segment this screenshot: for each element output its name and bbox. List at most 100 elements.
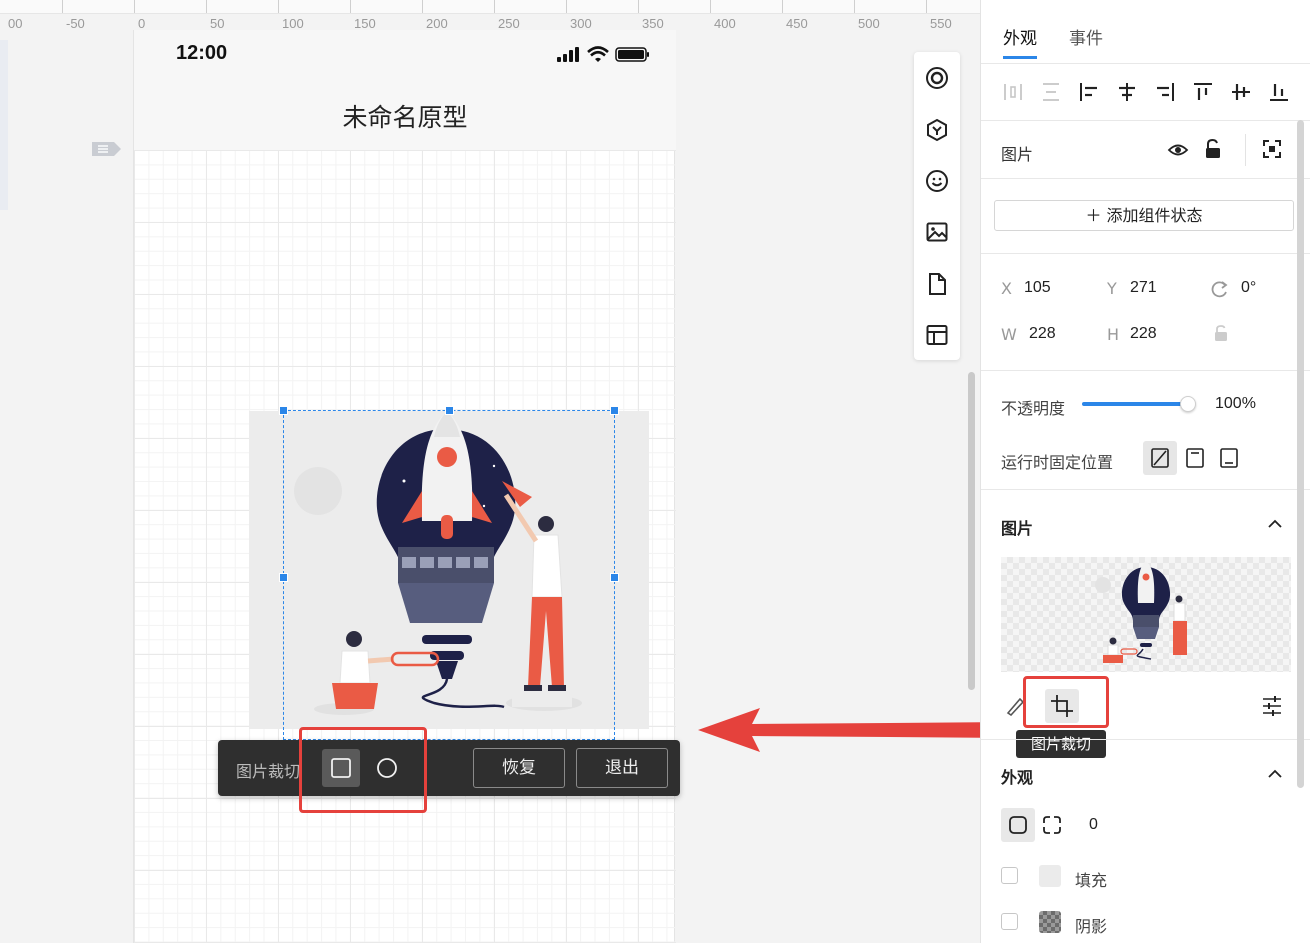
crop-toolbar: 图片裁切 恢复 退出 bbox=[218, 740, 680, 796]
fill-checkbox[interactable] bbox=[1001, 867, 1018, 884]
crop-icon bbox=[1051, 695, 1073, 717]
tool-strip bbox=[914, 52, 960, 360]
design-canvas[interactable]: 00 -50 0 50 100 150 200 250 300 350 400 … bbox=[0, 0, 980, 943]
fill-label: 填充 bbox=[1075, 871, 1108, 890]
shadow-swatch[interactable] bbox=[1039, 911, 1061, 933]
crop-square-button[interactable] bbox=[322, 749, 360, 787]
exit-button[interactable]: 退出 bbox=[576, 748, 668, 788]
chevron-up-icon[interactable] bbox=[1267, 766, 1283, 782]
resize-handle[interactable] bbox=[445, 406, 454, 415]
restore-button[interactable]: 恢复 bbox=[473, 748, 565, 788]
brush-icon[interactable] bbox=[1005, 694, 1027, 716]
fixed-top-icon bbox=[1186, 448, 1204, 468]
crop-circle-button[interactable] bbox=[370, 749, 408, 787]
battery-icon bbox=[615, 47, 649, 62]
x-label: X bbox=[1001, 279, 1012, 298]
rotation-field[interactable]: 0° bbox=[1241, 279, 1256, 297]
image-section-title: 图片 bbox=[1001, 519, 1034, 538]
emoji-icon[interactable] bbox=[925, 169, 949, 193]
y-label: Y bbox=[1107, 279, 1117, 298]
tab-events[interactable]: 事件 bbox=[1069, 24, 1103, 49]
x-field[interactable]: 105 bbox=[1024, 279, 1051, 297]
target-icon[interactable] bbox=[925, 66, 949, 90]
align-center-horizontal-icon[interactable] bbox=[1115, 80, 1139, 104]
fill-swatch[interactable] bbox=[1039, 865, 1061, 887]
ruler-label: 00 bbox=[8, 16, 23, 31]
ruler-label: 450 bbox=[786, 16, 808, 31]
layout-icon[interactable] bbox=[925, 323, 949, 347]
component-name: 图片 bbox=[1001, 145, 1034, 164]
resize-handle[interactable] bbox=[610, 573, 619, 582]
left-strip bbox=[0, 40, 8, 210]
ruler-label: -50 bbox=[66, 16, 85, 31]
radius-corners-icon[interactable] bbox=[1041, 814, 1063, 836]
resize-handle[interactable] bbox=[279, 406, 288, 415]
shadow-checkbox[interactable] bbox=[1001, 913, 1018, 930]
resize-handle[interactable] bbox=[279, 573, 288, 582]
wifi-icon bbox=[587, 46, 609, 62]
fit-size-icon[interactable] bbox=[1261, 138, 1283, 160]
add-state-button[interactable]: ＋ 添加组件状态 bbox=[994, 200, 1294, 231]
opacity-slider-track[interactable] bbox=[1082, 402, 1188, 406]
align-left-icon[interactable] bbox=[1077, 80, 1101, 104]
red-pointer-arrow bbox=[698, 708, 1012, 752]
ruler-label: 500 bbox=[858, 16, 880, 31]
distribute-vertical-icon[interactable] bbox=[1039, 80, 1063, 104]
note-tag-icon[interactable] bbox=[90, 140, 122, 158]
crop-tool-button[interactable] bbox=[1045, 689, 1079, 723]
radius-value[interactable]: 0 bbox=[1089, 816, 1098, 834]
crop-square-icon bbox=[331, 758, 351, 778]
distribute-horizontal-icon[interactable] bbox=[1001, 80, 1025, 104]
signal-icon bbox=[557, 47, 579, 62]
aspect-lock-icon[interactable] bbox=[1213, 324, 1229, 342]
page-title: 未命名原型 bbox=[342, 103, 468, 132]
ruler-label: 50 bbox=[210, 16, 225, 31]
panel-scrollbar[interactable] bbox=[1297, 120, 1304, 788]
ruler-label: 0 bbox=[138, 16, 146, 31]
fixed-bottom-icon bbox=[1220, 448, 1238, 468]
thumbnail-illustration bbox=[1095, 561, 1187, 663]
component-icon[interactable] bbox=[925, 118, 949, 142]
canvas-scrollbar[interactable] bbox=[968, 372, 975, 690]
no-fixed-icon bbox=[1151, 448, 1169, 468]
image-thumbnail[interactable] bbox=[1001, 557, 1291, 672]
ruler-label: 550 bbox=[930, 16, 952, 31]
rounded-square-icon bbox=[1009, 816, 1027, 834]
resize-handle[interactable] bbox=[610, 406, 619, 415]
h-field[interactable]: 228 bbox=[1130, 325, 1157, 343]
ruler-label: 350 bbox=[642, 16, 664, 31]
w-label: W bbox=[1001, 325, 1017, 344]
status-bar: 12:00 bbox=[134, 30, 676, 82]
align-top-icon[interactable] bbox=[1191, 80, 1215, 104]
tab-indicator bbox=[1003, 56, 1037, 59]
fixed-bottom-button[interactable] bbox=[1212, 441, 1246, 475]
ruler-label: 100 bbox=[282, 16, 304, 31]
fixed-none-button[interactable] bbox=[1143, 441, 1177, 475]
crop-tooltip: 图片裁切 bbox=[1016, 730, 1106, 758]
radius-all-button[interactable] bbox=[1001, 808, 1035, 842]
align-bottom-icon[interactable] bbox=[1267, 80, 1291, 104]
status-time: 12:00 bbox=[176, 42, 228, 64]
nav-bar: 未命名原型 bbox=[134, 82, 676, 150]
opacity-slider-knob[interactable] bbox=[1180, 396, 1196, 412]
tab-appearance[interactable]: 外观 bbox=[1003, 24, 1037, 49]
ruler-label: 200 bbox=[426, 16, 448, 31]
adjust-icon[interactable] bbox=[1261, 694, 1283, 718]
unlock-icon[interactable] bbox=[1203, 138, 1223, 160]
selection-box[interactable] bbox=[279, 406, 619, 740]
align-middle-vertical-icon[interactable] bbox=[1229, 80, 1253, 104]
fixed-position-label: 运行时固定位置 bbox=[1001, 453, 1114, 472]
shadow-label: 阴影 bbox=[1075, 917, 1108, 936]
align-right-icon[interactable] bbox=[1153, 80, 1177, 104]
image-icon[interactable] bbox=[925, 220, 949, 244]
ruler-label: 250 bbox=[498, 16, 520, 31]
rotate-icon bbox=[1211, 281, 1228, 298]
crop-toolbar-label: 图片裁切 bbox=[236, 762, 301, 781]
opacity-value[interactable]: 100% bbox=[1215, 395, 1256, 413]
y-field[interactable]: 271 bbox=[1130, 279, 1157, 297]
chevron-up-icon[interactable] bbox=[1267, 516, 1283, 532]
eye-icon[interactable] bbox=[1167, 140, 1189, 160]
fixed-top-button[interactable] bbox=[1178, 441, 1212, 475]
w-field[interactable]: 228 bbox=[1029, 325, 1056, 343]
page-icon[interactable] bbox=[925, 272, 949, 296]
